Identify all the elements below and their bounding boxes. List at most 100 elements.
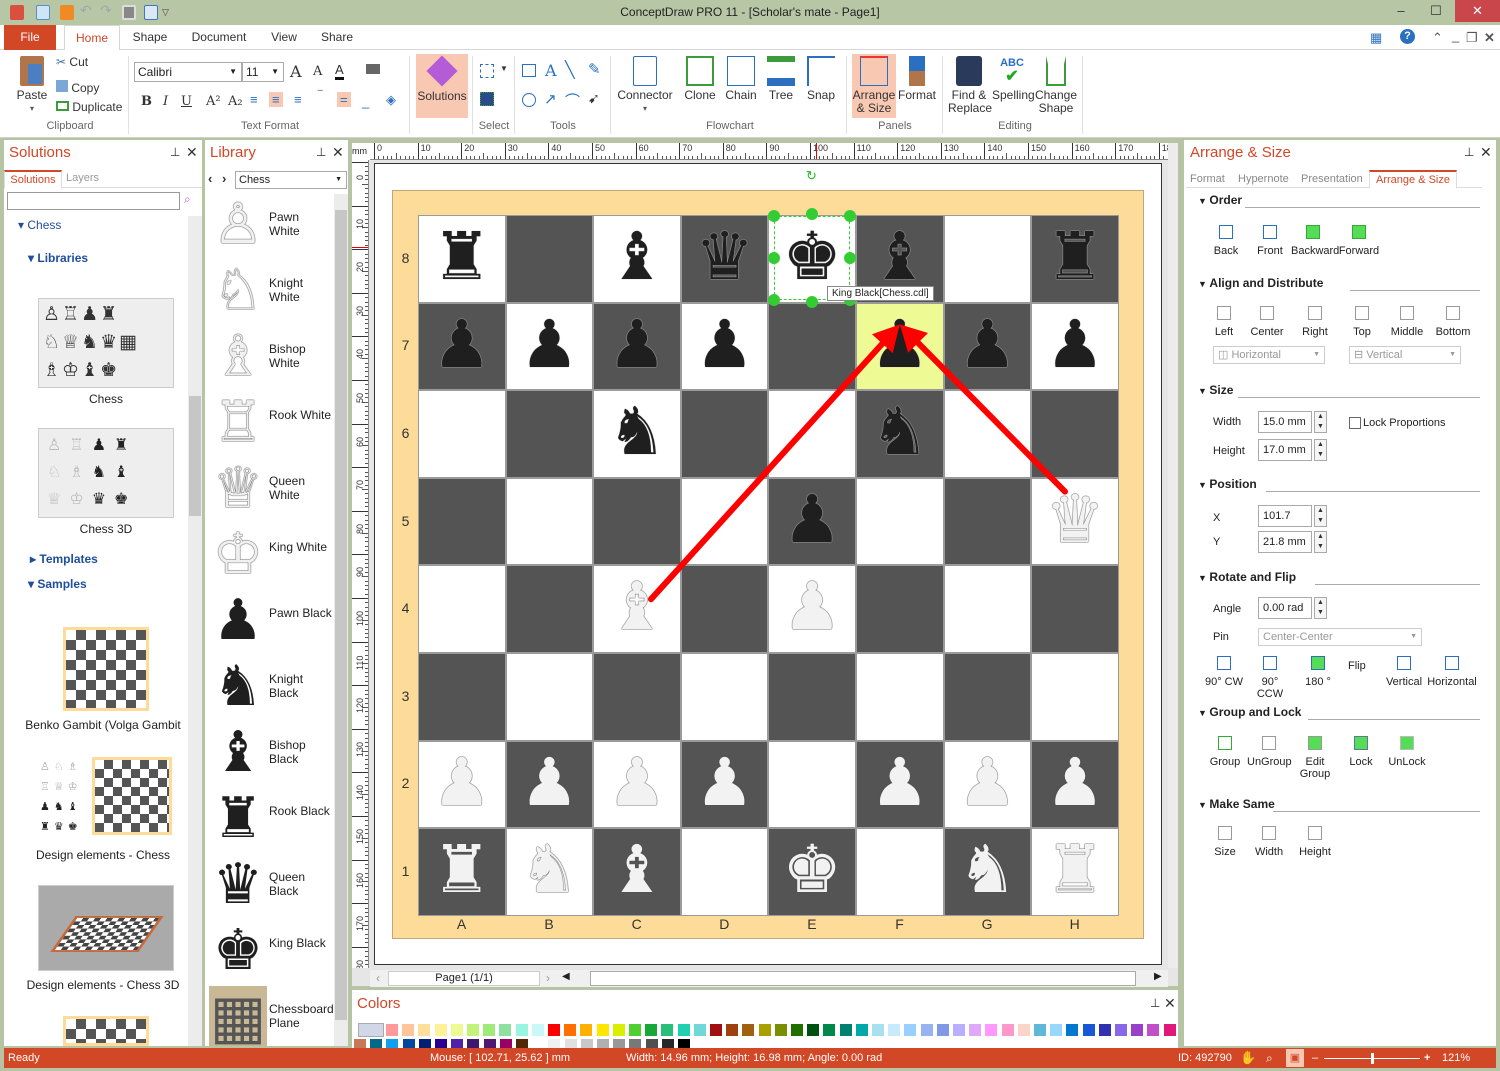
pin-icon[interactable]: ⊥ — [316, 145, 326, 159]
align-middle-icon[interactable]: = — [337, 92, 351, 107]
square-b8[interactable] — [505, 215, 594, 303]
library-item[interactable]: ♕ Queen White — [205, 458, 333, 524]
button-order-front[interactable]: Front — [1248, 225, 1292, 257]
black-pawn-h7[interactable]: ♟ — [1031, 303, 1119, 391]
color-swatch[interactable] — [1016, 1023, 1031, 1037]
color-swatch[interactable] — [887, 1023, 902, 1037]
color-swatch[interactable] — [498, 1023, 513, 1037]
square-a4[interactable] — [418, 565, 506, 653]
black-pawn-e5[interactable]: ♟ — [768, 478, 856, 566]
tree-templates[interactable]: ▸ Templates — [30, 552, 98, 566]
square-d3[interactable] — [680, 653, 769, 741]
section-group[interactable]: ▼ Group and Lock — [1198, 705, 1301, 719]
line-tool-icon[interactable]: ╲ — [565, 60, 575, 80]
white-pawn-f2[interactable]: ♟ — [856, 741, 944, 829]
layout-icon[interactable]: ▦ — [1370, 30, 1382, 46]
color-swatch[interactable] — [1033, 1023, 1047, 1037]
library-item[interactable]: ♚ King Black — [205, 920, 333, 986]
square-e7[interactable] — [768, 302, 856, 391]
color-swatch[interactable] — [984, 1023, 999, 1037]
color-swatch[interactable] — [790, 1023, 804, 1037]
select-text-icon[interactable] — [480, 92, 494, 106]
black-pawn-d7[interactable]: ♟ — [681, 303, 769, 391]
black-pawn-f7[interactable]: ♟ — [856, 303, 944, 391]
button-flip-horizontal[interactable]: Horizontal — [1425, 656, 1479, 688]
pin-icon[interactable]: ⊥ — [1464, 145, 1474, 159]
section-align[interactable]: ▼ Align and Distribute — [1198, 276, 1323, 290]
collapse-ribbon-icon[interactable]: ⌃ — [1432, 30, 1443, 46]
color-swatch[interactable] — [579, 1023, 594, 1037]
black-pawn-b7[interactable]: ♟ — [506, 303, 594, 391]
selection-handle[interactable] — [768, 210, 780, 222]
color-picker-icon[interactable] — [358, 1023, 384, 1037]
minimize-button[interactable]: – — [1385, 0, 1417, 22]
color-swatch[interactable] — [628, 1023, 642, 1037]
angle-input[interactable]: 0.00 rad — [1258, 597, 1312, 619]
font-size-select[interactable]: 11 ▼ — [242, 62, 284, 82]
white-pawn-e4[interactable]: ♟ — [768, 565, 856, 653]
color-swatch[interactable] — [595, 1023, 610, 1037]
button-same-width[interactable]: Width — [1247, 826, 1291, 858]
color-swatch[interactable] — [822, 1023, 837, 1037]
square-d1[interactable] — [680, 828, 769, 916]
tab-shape[interactable]: Shape — [126, 25, 174, 50]
snap-button[interactable]: Snap — [802, 56, 840, 102]
section-rotate[interactable]: ▼ Rotate and Flip — [1198, 570, 1296, 584]
font-family-select[interactable]: Calibri ▼ — [134, 62, 242, 82]
search-icon[interactable]: ⌕ — [184, 192, 191, 207]
prev-page-icon[interactable]: ‹ — [376, 971, 380, 985]
scroll-right-icon[interactable]: ▶ — [1154, 971, 1162, 982]
square-e3[interactable] — [768, 653, 856, 741]
square-g4[interactable] — [943, 565, 1032, 653]
square-h3[interactable] — [1031, 653, 1119, 741]
color-swatch[interactable] — [1000, 1023, 1015, 1037]
close-button[interactable]: ✕ — [1455, 0, 1500, 22]
solutions-scrollbar[interactable] — [188, 216, 202, 1046]
color-swatch[interactable] — [1162, 1023, 1177, 1037]
square-b6[interactable] — [505, 390, 594, 478]
section-same[interactable]: ▼ Make Same — [1198, 797, 1275, 811]
color-swatch[interactable] — [709, 1023, 723, 1037]
doc-restore-icon[interactable]: ❐ — [1466, 30, 1478, 46]
sample-thumb-design-elements[interactable] — [92, 757, 172, 835]
library-item[interactable]: ♘ Knight White — [205, 260, 333, 326]
button-align-left[interactable]: Left — [1202, 306, 1246, 338]
library-item[interactable]: ▦ Chessboard Plane — [205, 986, 333, 1046]
section-order[interactable]: ▼ Order — [1198, 193, 1242, 207]
chevron-down-icon[interactable]: ▼ — [500, 64, 508, 73]
hand-tool-icon[interactable]: ✋ — [1240, 1048, 1256, 1068]
close-icon[interactable]: ✕ — [332, 144, 344, 161]
button-same-size[interactable]: Size — [1203, 826, 1247, 858]
square-b4[interactable] — [505, 565, 594, 653]
square-f1[interactable] — [856, 828, 944, 916]
color-swatch[interactable] — [741, 1023, 756, 1037]
text-tool-icon[interactable]: A — [545, 61, 557, 80]
white-bishop-c4[interactable]: ♝ — [593, 565, 681, 653]
black-pawn-c7[interactable]: ♟ — [593, 303, 681, 391]
close-icon[interactable]: ✕ — [186, 144, 198, 161]
shrink-font-icon[interactable]: A — [313, 64, 322, 79]
doc-minimize-icon[interactable]: _ — [1452, 28, 1459, 43]
square-f3[interactable] — [856, 653, 944, 741]
color-swatch[interactable] — [417, 1023, 432, 1037]
help-icon[interactable]: ? — [1400, 29, 1415, 44]
chain-button[interactable]: Chain — [722, 56, 760, 102]
tab-share[interactable]: Share — [314, 25, 360, 50]
square-c5[interactable] — [593, 477, 681, 566]
color-swatch[interactable] — [692, 1023, 707, 1037]
square-h6[interactable] — [1031, 390, 1119, 478]
button-same-height[interactable]: Height — [1293, 826, 1337, 858]
align-bottom-icon[interactable]: _ — [362, 94, 369, 109]
format-button[interactable]: Format — [898, 56, 936, 102]
zoom-area-icon[interactable]: ⌕ — [1266, 1048, 1273, 1068]
align-left-icon[interactable]: ≡ — [250, 92, 258, 107]
library-item[interactable]: ♖ Rook White — [205, 392, 333, 458]
library-item[interactable]: ♟ Pawn Black — [205, 590, 333, 656]
button-align-bottom[interactable]: Bottom — [1431, 306, 1475, 338]
selection-handle[interactable] — [844, 252, 856, 264]
section-size[interactable]: ▼ Size — [1198, 383, 1233, 397]
grow-font-icon[interactable]: A — [290, 62, 302, 81]
canvas-vscrollbar[interactable] — [1168, 143, 1178, 968]
pen-tool-icon[interactable]: ✎ — [588, 60, 601, 78]
button-group-ungroup[interactable]: UnGroup — [1247, 736, 1292, 768]
